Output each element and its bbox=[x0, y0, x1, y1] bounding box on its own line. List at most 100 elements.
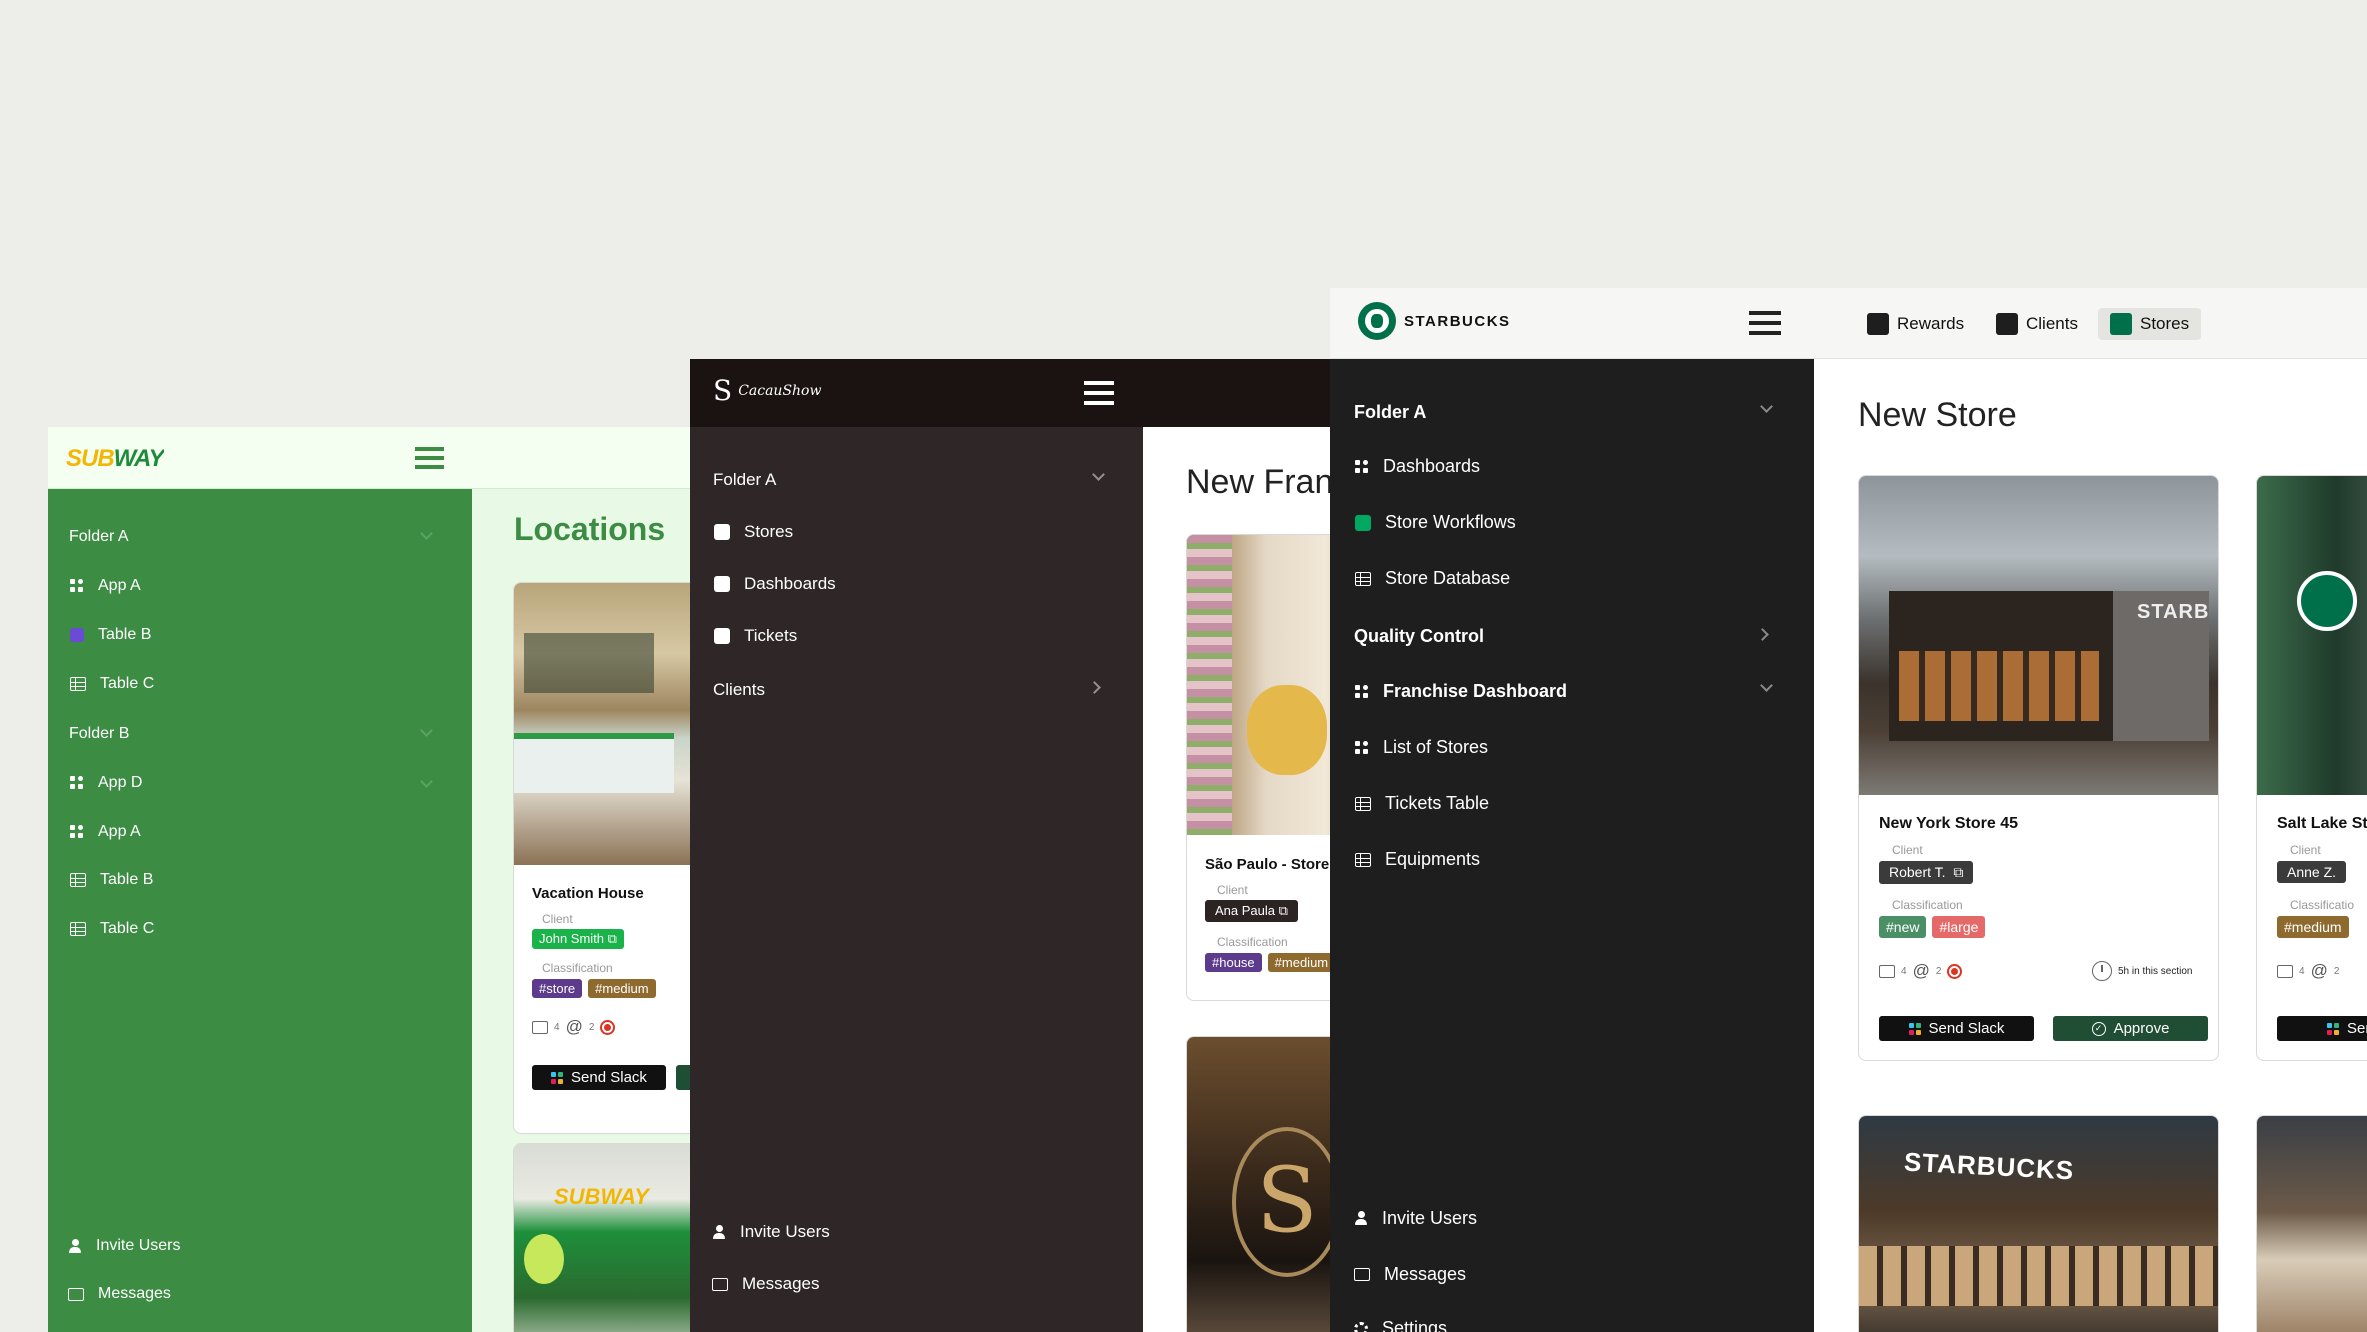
tab-clients[interactable]: Clients bbox=[1986, 309, 2088, 339]
subway-card-2[interactable]: SUBWAY bbox=[513, 1143, 713, 1332]
app-icon bbox=[70, 579, 84, 593]
sidebar-item-app-a[interactable]: App A bbox=[70, 577, 141, 595]
tag-store[interactable]: #store bbox=[532, 979, 583, 998]
sidebar-item-app-d[interactable]: App D bbox=[70, 774, 142, 792]
tag-house[interactable]: #house bbox=[1205, 953, 1262, 972]
comment-icon[interactable] bbox=[532, 1020, 548, 1034]
starbucks-card-new-york[interactable]: STARB New York Store 45 Client Robert T.… bbox=[1858, 475, 2219, 1061]
messages-button[interactable]: Messages bbox=[1354, 1264, 1466, 1285]
tab-rewards[interactable]: Rewards bbox=[1857, 309, 1974, 339]
starbucks-window: STARBUCKS Rewards Clients Stores Folder … bbox=[1330, 288, 2367, 1332]
table-icon bbox=[1355, 571, 1371, 586]
store-photo bbox=[514, 583, 712, 865]
send-slack-button[interactable]: Send Slack bbox=[532, 1065, 666, 1090]
send-slack-button[interactable]: Send bbox=[2277, 1016, 2367, 1041]
card-title: Vacation House bbox=[532, 885, 644, 902]
tag-large[interactable]: #large bbox=[1932, 916, 1986, 938]
invite-users-button[interactable]: Invite Users bbox=[712, 1222, 830, 1242]
page-title: New Store bbox=[1858, 396, 2017, 434]
subway-folder-b[interactable]: Folder B bbox=[69, 725, 129, 743]
app-icon bbox=[1355, 740, 1369, 755]
starbucks-sidebar bbox=[1330, 359, 1814, 1332]
table-icon bbox=[70, 677, 86, 691]
check-circle-icon: ✓ bbox=[2091, 1021, 2106, 1036]
message-icon bbox=[712, 1277, 728, 1291]
tag-medium[interactable]: #medium bbox=[1267, 953, 1330, 972]
sidebar-item-app-a-2[interactable]: App A bbox=[70, 823, 141, 841]
starbucks-menu-icon[interactable] bbox=[1749, 311, 1781, 335]
mention-icon[interactable]: @ bbox=[2311, 961, 2328, 981]
cacau-card-sao-paulo[interactable]: São Paulo - Store Client Ana Paula ⧉ Cla… bbox=[1186, 534, 1330, 1001]
sidebar-item-franchise-dashboard[interactable]: Franchise Dashboard bbox=[1355, 681, 1567, 702]
sidebar-item-table-c[interactable]: Table C bbox=[70, 675, 154, 693]
classification-label: Classification bbox=[1217, 935, 1288, 949]
subway-logo[interactable]: SUBWAY bbox=[66, 445, 165, 473]
messages-button[interactable]: Messages bbox=[68, 1285, 171, 1303]
cacau-clients[interactable]: Clients bbox=[713, 680, 765, 700]
card-meta: 4 @2 bbox=[532, 1017, 616, 1037]
store-sign: STARB bbox=[2137, 601, 2210, 623]
subway-folder-a[interactable]: Folder A bbox=[69, 528, 129, 546]
subway-window: SUBWAY Folder A App A Table B Table C Fo… bbox=[48, 427, 748, 1332]
cacau-folder-a[interactable]: Folder A bbox=[713, 470, 776, 490]
client-label: Client bbox=[1892, 843, 1923, 857]
tag-medium[interactable]: #medium bbox=[2277, 916, 2349, 938]
record-icon[interactable] bbox=[600, 1019, 616, 1035]
starbucks-card-3[interactable]: STARBUCKS bbox=[1858, 1115, 2219, 1332]
tag-medium[interactable]: #medium bbox=[588, 979, 656, 998]
sidebar-item-table-b[interactable]: Table B bbox=[70, 626, 151, 644]
starbucks-card-4[interactable] bbox=[2256, 1115, 2367, 1332]
sidebar-item-dashboards[interactable]: Dashboards bbox=[714, 574, 836, 594]
starbucks-card-salt-lake[interactable]: Salt Lake St Client Anne Z. Classificati… bbox=[2256, 475, 2367, 1061]
sidebar-item-store-workflows[interactable]: Store Workflows bbox=[1355, 512, 1516, 533]
cacau-logo[interactable]: S CacauShow bbox=[713, 377, 821, 405]
table-icon bbox=[70, 873, 86, 887]
comment-icon[interactable] bbox=[1879, 964, 1895, 978]
comment-icon[interactable] bbox=[2277, 964, 2293, 978]
sidebar-item-stores[interactable]: Stores bbox=[714, 522, 793, 542]
client-badge[interactable]: Ana Paula ⧉ bbox=[1205, 900, 1298, 922]
tag-list: #new #large bbox=[1879, 916, 1991, 938]
gear-icon bbox=[1354, 1321, 1368, 1332]
starbucks-quality-control[interactable]: Quality Control bbox=[1354, 626, 1484, 647]
client-badge[interactable]: Anne Z. bbox=[2277, 861, 2347, 883]
sidebar-item-table-c-2[interactable]: Table C bbox=[70, 920, 154, 938]
starbucks-logo[interactable]: STARBUCKS bbox=[1358, 302, 1511, 340]
classification-label: Classification bbox=[1892, 898, 1963, 912]
client-label: Client bbox=[1217, 883, 1248, 897]
invite-users-button[interactable]: Invite Users bbox=[68, 1237, 180, 1255]
mention-icon[interactable]: @ bbox=[566, 1017, 583, 1037]
user-icon bbox=[1354, 1211, 1368, 1226]
subway-card-vacation-house[interactable]: Vacation House Client John Smith ⧉ Class… bbox=[513, 582, 713, 1134]
sidebar-item-tickets-table[interactable]: Tickets Table bbox=[1355, 793, 1489, 814]
starbucks-folder-a[interactable]: Folder A bbox=[1354, 402, 1426, 423]
send-slack-button[interactable]: Send Slack bbox=[1879, 1016, 2034, 1041]
settings-button[interactable]: Settings bbox=[1354, 1318, 1447, 1332]
time-in-section: 5h in this section bbox=[2092, 961, 2193, 981]
cacau-card-2[interactable]: S bbox=[1186, 1036, 1330, 1332]
client-badge[interactable]: John Smith ⧉ bbox=[532, 929, 624, 949]
client-badge[interactable]: Robert T. ⧉ bbox=[1879, 861, 1974, 884]
sidebar-item-equipments[interactable]: Equipments bbox=[1355, 849, 1480, 870]
tab-stores[interactable]: Stores bbox=[2098, 308, 2202, 340]
white-square-icon bbox=[714, 524, 730, 540]
cacau-menu-icon[interactable] bbox=[1084, 381, 1114, 405]
sidebar-item-table-b-2[interactable]: Table B bbox=[70, 871, 153, 889]
classification-label: Classification bbox=[542, 961, 613, 975]
sidebar-item-dashboards[interactable]: Dashboards bbox=[1355, 456, 1480, 477]
client-label: Client bbox=[542, 912, 573, 926]
approve-button[interactable]: ✓ Approve bbox=[2053, 1016, 2208, 1041]
messages-button[interactable]: Messages bbox=[712, 1274, 819, 1294]
invite-users-button[interactable]: Invite Users bbox=[1354, 1208, 1477, 1229]
tag-new[interactable]: #new bbox=[1879, 916, 1927, 938]
sidebar-item-list-of-stores[interactable]: List of Stores bbox=[1355, 737, 1488, 758]
card-meta: 4 @2 bbox=[2277, 961, 2339, 981]
card-meta: 4 @2 bbox=[1879, 961, 1963, 981]
tag-list: #store #medium bbox=[532, 979, 662, 998]
purple-square-icon bbox=[70, 628, 84, 642]
sidebar-item-store-database[interactable]: Store Database bbox=[1355, 568, 1510, 589]
subway-menu-icon[interactable] bbox=[415, 447, 444, 469]
record-icon[interactable] bbox=[1947, 963, 1963, 979]
sidebar-item-tickets[interactable]: Tickets bbox=[714, 626, 797, 646]
mention-icon[interactable]: @ bbox=[1913, 961, 1930, 981]
